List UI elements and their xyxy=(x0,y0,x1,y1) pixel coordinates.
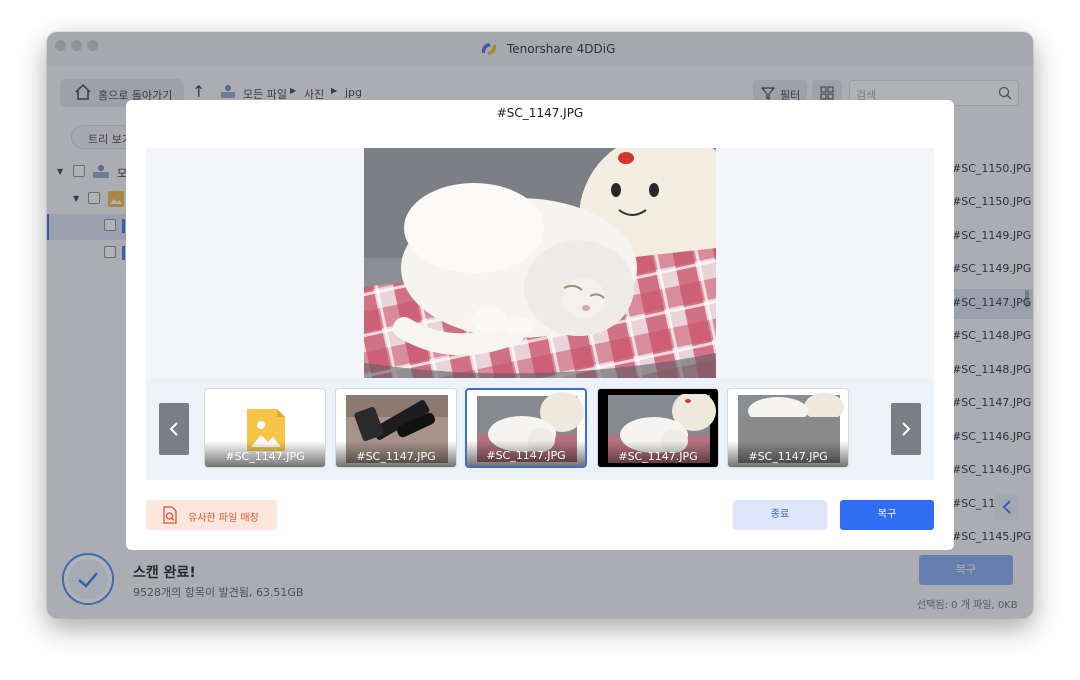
thumbnail[interactable]: #SC_1147.JPG xyxy=(335,388,457,468)
similar-file-match-button[interactable]: 유사한 파일 매칭 xyxy=(146,500,277,530)
thumbnail[interactable]: #SC_1147.JPG xyxy=(597,388,719,468)
file-search-icon xyxy=(163,506,177,524)
modal-title: #SC_1147.JPG xyxy=(496,106,584,120)
preview-area xyxy=(146,148,934,378)
chevron-right-icon xyxy=(902,422,911,436)
preview-modal: #SC_1147.JPG #SC_1147.JPG #SC_1147.JPG #… xyxy=(126,100,954,550)
thumbnail[interactable]: #SC_1147.JPG xyxy=(727,388,849,468)
thumbnail-caption: #SC_1147.JPG xyxy=(205,441,325,467)
thumbnail-caption: #SC_1147.JPG xyxy=(336,441,456,467)
thumbnail-strip: #SC_1147.JPG #SC_1147.JPG #SC_1147.JPG #… xyxy=(146,378,934,480)
thumbnail-caption: #SC_1147.JPG xyxy=(467,440,585,466)
next-button[interactable] xyxy=(891,403,921,455)
recover-button[interactable]: 복구 xyxy=(840,500,934,530)
cat-photo-preview xyxy=(364,148,716,378)
previous-button[interactable] xyxy=(159,403,189,455)
close-button[interactable]: 종료 xyxy=(733,500,827,530)
thumbnail[interactable]: #SC_1147.JPG xyxy=(204,388,326,468)
thumbnail-caption: #SC_1147.JPG xyxy=(728,441,848,467)
chevron-left-icon xyxy=(169,422,178,436)
thumbnail-active[interactable]: #SC_1147.JPG xyxy=(465,388,587,468)
thumbnail-caption: #SC_1147.JPG xyxy=(598,441,718,467)
similar-file-match-label: 유사한 파일 매칭 xyxy=(188,513,259,524)
